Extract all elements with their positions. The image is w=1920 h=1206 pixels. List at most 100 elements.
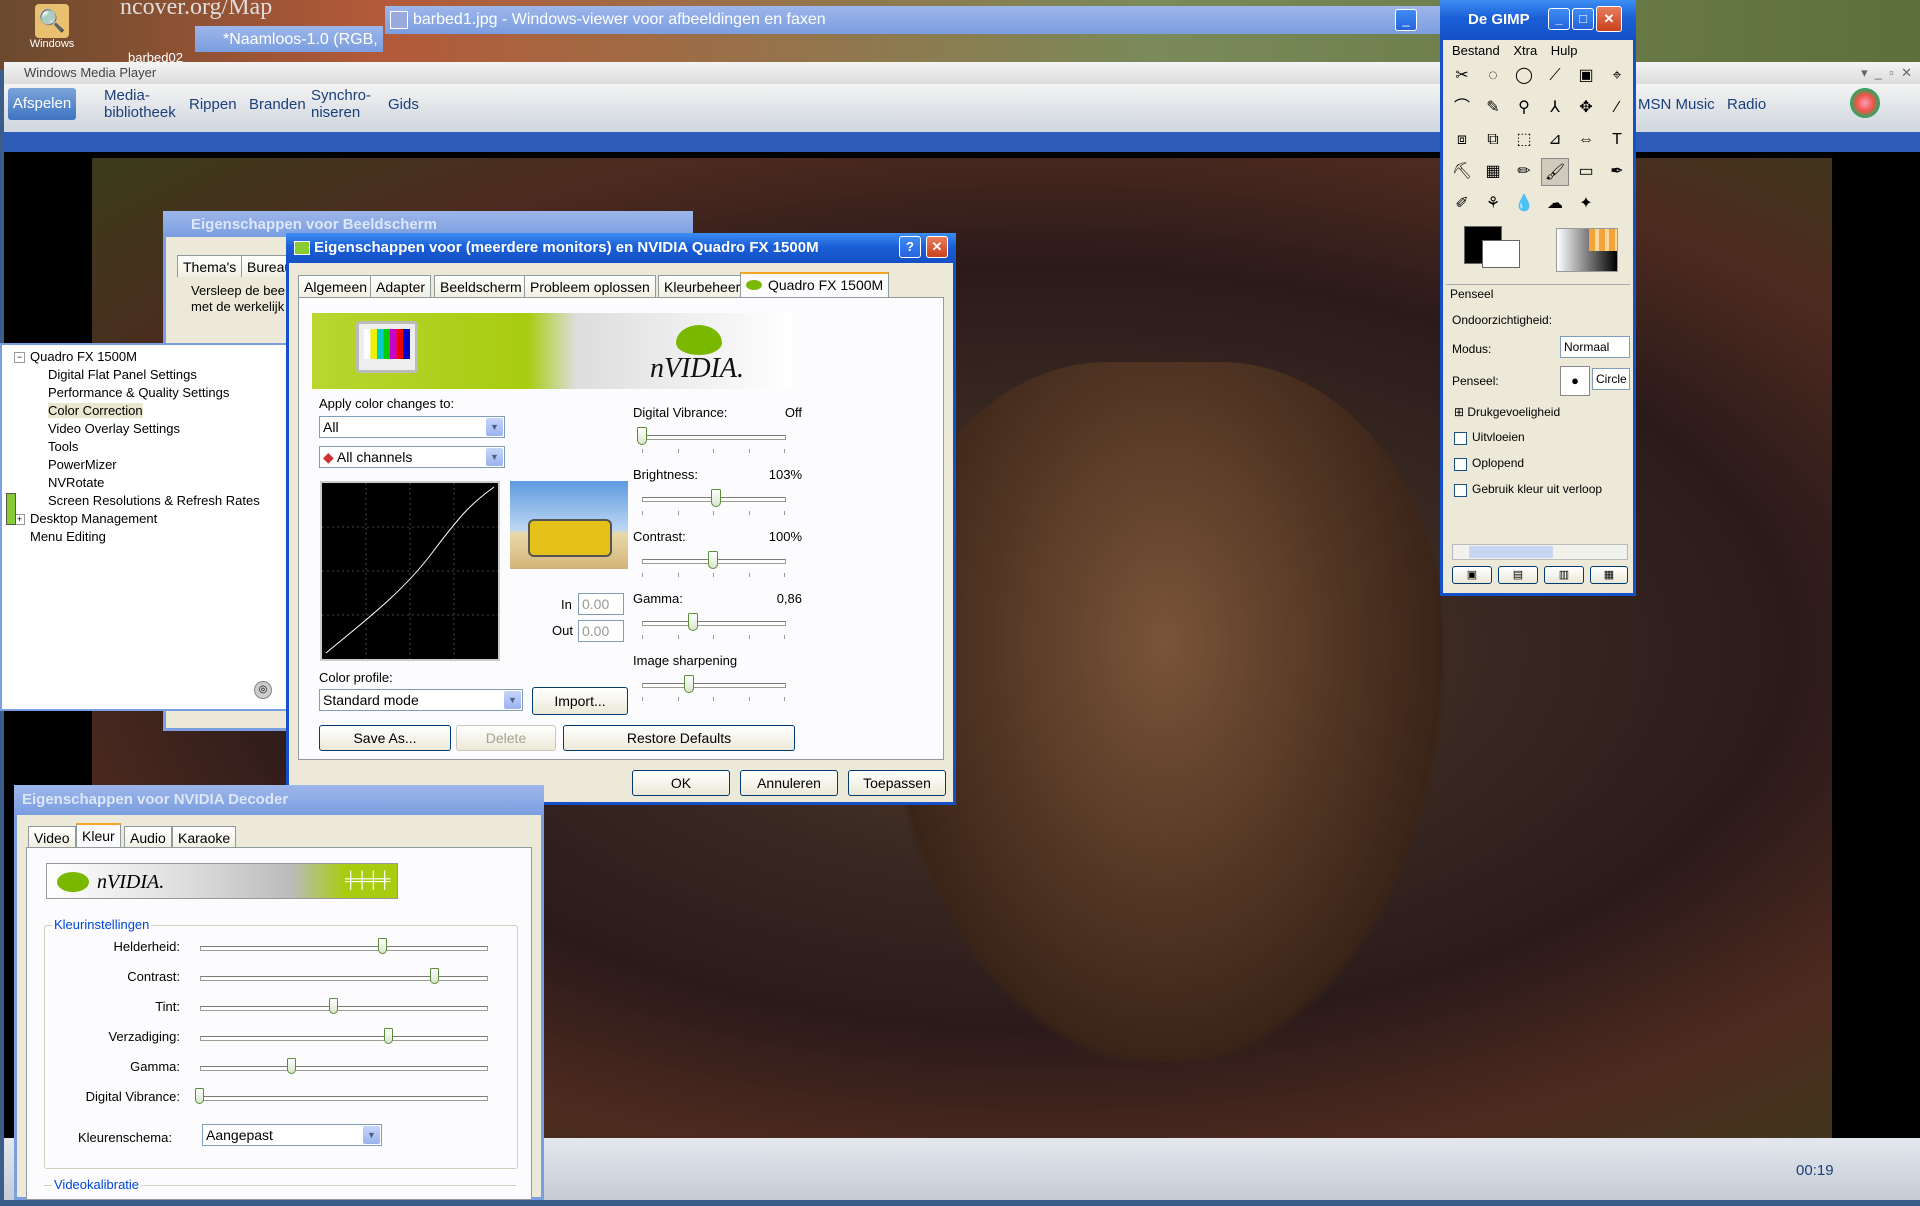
scheme-select[interactable]: Aangepast ▼ [202,1124,382,1146]
restore-defaults-button[interactable]: Restore Defaults [563,725,795,751]
slider-track[interactable] [200,946,488,951]
slider-thumb[interactable] [688,613,699,631]
gimp-tool-icon[interactable]: ✦ [1572,190,1600,218]
gimp-tool-icon[interactable]: ▭ [1572,158,1600,186]
tree-item[interactable]: Tools [48,439,78,454]
wmp-menu-afspelen[interactable]: Afspelen [8,88,76,120]
minimize-button[interactable]: _ [1395,9,1417,31]
tab-audio[interactable]: Audio [124,826,172,848]
gimp-tool-icon[interactable]: ✎ [1479,94,1507,122]
tree-item[interactable]: Screen Resolutions & Refresh Rates [48,493,260,508]
ok-button[interactable]: OK [632,770,730,796]
profile-select[interactable]: Standard mode ▼ [319,689,523,711]
gimp-tool-icon[interactable]: ⇔ [1572,126,1600,154]
gimp-tool-icon[interactable]: ✥ [1572,94,1600,122]
import-button[interactable]: Import... [532,687,628,715]
wmp-menu-radio[interactable]: Radio [1727,96,1766,113]
tree-item[interactable]: Menu Editing [30,529,106,544]
delete-options-icon[interactable]: ▥ [1544,566,1584,584]
slider-thumb[interactable] [710,489,721,507]
close-button[interactable]: ✕ [926,236,948,258]
slider-thumb[interactable] [329,998,339,1014]
gimp-tool-icon[interactable]: ⚲ [1510,94,1538,122]
slider-thumb[interactable] [637,427,647,445]
tab-karaoke[interactable]: Karaoke [172,826,237,848]
tree-item[interactable]: NVRotate [48,475,104,490]
gimp-menu-xtra[interactable]: Xtra [1513,43,1537,58]
gimp-tool-icon[interactable]: ⚘ [1479,190,1507,218]
tab-beeldscherm[interactable]: Beeldscherm [434,275,528,297]
gimp-tool-icon[interactable]: ▣ [1572,62,1600,90]
wmp-menu-synchroniseren[interactable]: Synchro- niseren [311,87,371,121]
tab-probleem-oplossen[interactable]: Probleem oplossen [524,275,656,297]
delete-button[interactable]: Delete [456,725,556,751]
gimp-tool-icon[interactable]: ⌒ [1448,94,1476,122]
gimp-titlebar[interactable]: De GIMP _ □ ✕ [1440,0,1636,40]
tree-item[interactable]: Performance & Quality Settings [48,385,229,400]
slider-track[interactable] [200,1096,488,1101]
gimp-image-titlebar[interactable]: *Naamloos-1.0 (RGB, [195,26,383,52]
gimp-tool-icon[interactable]: T [1603,126,1631,154]
tree-item[interactable]: Desktop Management [30,511,157,526]
desktop-icon[interactable]: 🔍 Windows [28,4,76,62]
gimp-tool-icon[interactable]: ▦ [1479,158,1507,186]
option-checkbox[interactable] [1454,484,1467,497]
save-as-button[interactable]: Save As... [319,725,451,751]
slider-thumb[interactable] [286,1058,296,1074]
tree-item[interactable]: Video Overlay Settings [48,421,180,436]
slider-track[interactable] [200,1006,488,1011]
out-field[interactable]: 0.00 [578,620,624,642]
slider-thumb[interactable] [429,968,439,984]
option-checkbox[interactable] [1454,432,1467,445]
quadro-titlebar[interactable]: Eigenschappen voor (meerdere monitors) e… [286,233,956,263]
restore-options-icon[interactable]: ▤ [1498,566,1538,584]
gimp-tool-icon[interactable]: ⬚ [1510,126,1538,154]
tab-quadro-fx-1500m[interactable]: Quadro FX 1500M [740,272,890,297]
wmp-window-controls[interactable]: ▾ _ ▫ ✕ [1861,62,1912,84]
gimp-tool-icon[interactable]: ✂ [1448,62,1476,90]
gimp-tool-icon[interactable]: ☁ [1541,190,1569,218]
gimp-tool-icon[interactable]: ⧉ [1479,126,1507,154]
gimp-tool-icon[interactable]: ✒ [1603,158,1631,186]
slider-track[interactable] [200,1066,488,1071]
slider-track[interactable] [642,435,786,440]
apply-select[interactable]: All ▼ [319,416,505,438]
save-options-icon[interactable]: ▣ [1452,566,1492,584]
gimp-tool-icon[interactable]: 💧 [1510,190,1538,218]
gimp-tool-icon[interactable]: ⟋ [1541,62,1569,90]
in-field[interactable]: 0.00 [578,593,624,615]
tab-adapter[interactable]: Adapter [370,275,432,297]
gimp-tool-icon[interactable]: 🖌 [1541,158,1569,186]
tree-item[interactable]: Color Correction [48,403,143,418]
slider-thumb[interactable] [378,938,388,954]
tab-video[interactable]: Video [28,826,76,848]
slider-thumb[interactable] [383,1028,393,1044]
maximize-button[interactable]: □ [1572,8,1594,30]
image-viewer-titlebar[interactable]: barbed1.jpg - Windows-viewer voor afbeel… [385,6,1445,34]
close-button[interactable]: ✕ [1596,6,1622,32]
gimp-tool-icon[interactable]: ⅄ [1541,94,1569,122]
wmp-menu-mediabibliotheek[interactable]: Media- bibliotheek [104,87,176,121]
decoder-titlebar[interactable]: Eigenschappen voor NVIDIA Decoder [14,785,544,815]
help-button[interactable]: ? [899,236,921,258]
gimp-menu-bestand[interactable]: Bestand [1452,43,1500,58]
bg-color-swatch[interactable] [1482,240,1520,268]
cancel-button[interactable]: Annuleren [740,770,838,796]
gimp-tool-icon[interactable]: ◌ [1479,62,1507,90]
wmp-menu-rippen[interactable]: Rippen [189,96,237,113]
gimp-tool-icon[interactable]: ✏ [1510,158,1538,186]
gimp-hscrollbar[interactable] [1452,544,1628,560]
gimp-tool-icon[interactable]: ⁄ [1603,94,1631,122]
gimp-tool-icon[interactable]: ◯ [1510,62,1538,90]
gimp-tool-icon[interactable]: ✐ [1448,190,1476,218]
slider-track[interactable] [200,976,488,981]
apply-button[interactable]: Toepassen [848,770,946,796]
tree-expander[interactable]: − [14,352,25,363]
mode-select[interactable]: Normaal [1560,336,1630,358]
wmp-menu-gids[interactable]: Gids [388,96,419,113]
tab-algemeen[interactable]: Algemeen [298,275,374,297]
minimize-button[interactable]: _ [1548,8,1570,30]
option-checkbox[interactable] [1454,458,1467,471]
pressure-expander[interactable]: ⊞ Drukgevoeligheid [1454,405,1560,419]
brush-preview-button[interactable]: ● [1560,366,1590,396]
